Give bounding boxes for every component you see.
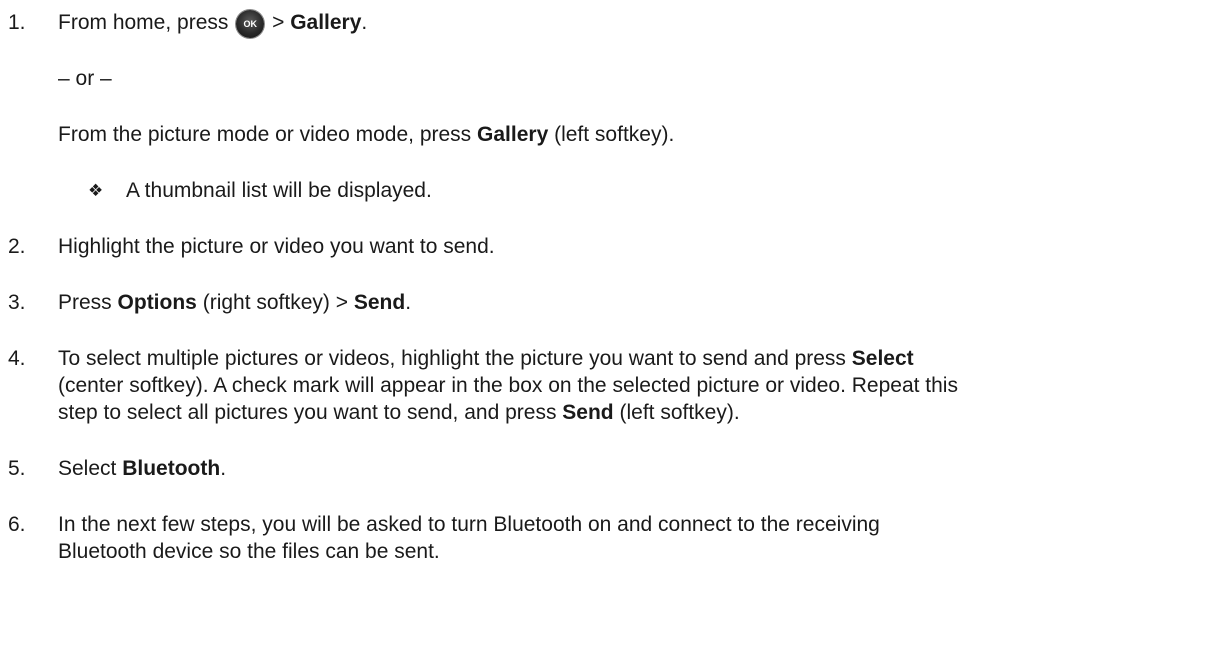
softkey-send: Send: [562, 401, 614, 424]
menu-item-gallery: Gallery: [290, 11, 362, 34]
step-number: 2.: [8, 235, 26, 258]
period: .: [220, 457, 227, 480]
softkey-options: Options: [117, 291, 197, 314]
step-text: Bluetooth device so the files can be sen…: [58, 540, 440, 563]
step-text: From the picture mode or video mode, pre…: [58, 123, 472, 146]
softkey-select: Select: [851, 347, 914, 370]
softkey-gallery: Gallery: [477, 123, 549, 146]
step-text: In the next few steps, you will be asked…: [58, 513, 880, 536]
step-text: Highlight the picture or video you want …: [58, 235, 495, 258]
period: .: [361, 11, 368, 34]
ok-button-icon: OK: [236, 10, 265, 38]
step-text: From home, press: [58, 11, 229, 34]
step-text: (left softkey).: [619, 401, 740, 424]
menu-item-send: Send: [353, 291, 406, 314]
step-text: Press: [58, 291, 112, 314]
step-text: (center softkey). A check mark will appe…: [58, 374, 958, 397]
menu-item-bluetooth: Bluetooth: [122, 457, 221, 480]
period: .: [405, 291, 412, 314]
step-number: 6.: [8, 513, 26, 536]
separator: >: [272, 11, 285, 34]
bullet-text: A thumbnail list will be displayed.: [126, 179, 432, 202]
step-text: Select: [58, 457, 117, 480]
step-number: 1.: [8, 11, 26, 34]
step-number: 3.: [8, 291, 26, 314]
diamond-bullet-icon: ❖: [88, 181, 104, 201]
step-text: (left softkey).: [554, 123, 675, 146]
instruction-document: 1. From home, press OK > Gallery. – or –…: [8, 10, 958, 563]
step-text: (right softkey) >: [202, 291, 349, 314]
step-text: step to select all pictures you want to …: [58, 401, 557, 424]
step-number: 4.: [8, 347, 26, 370]
step-text: To select multiple pictures or videos, h…: [58, 347, 846, 370]
step-number: 5.: [8, 457, 26, 480]
